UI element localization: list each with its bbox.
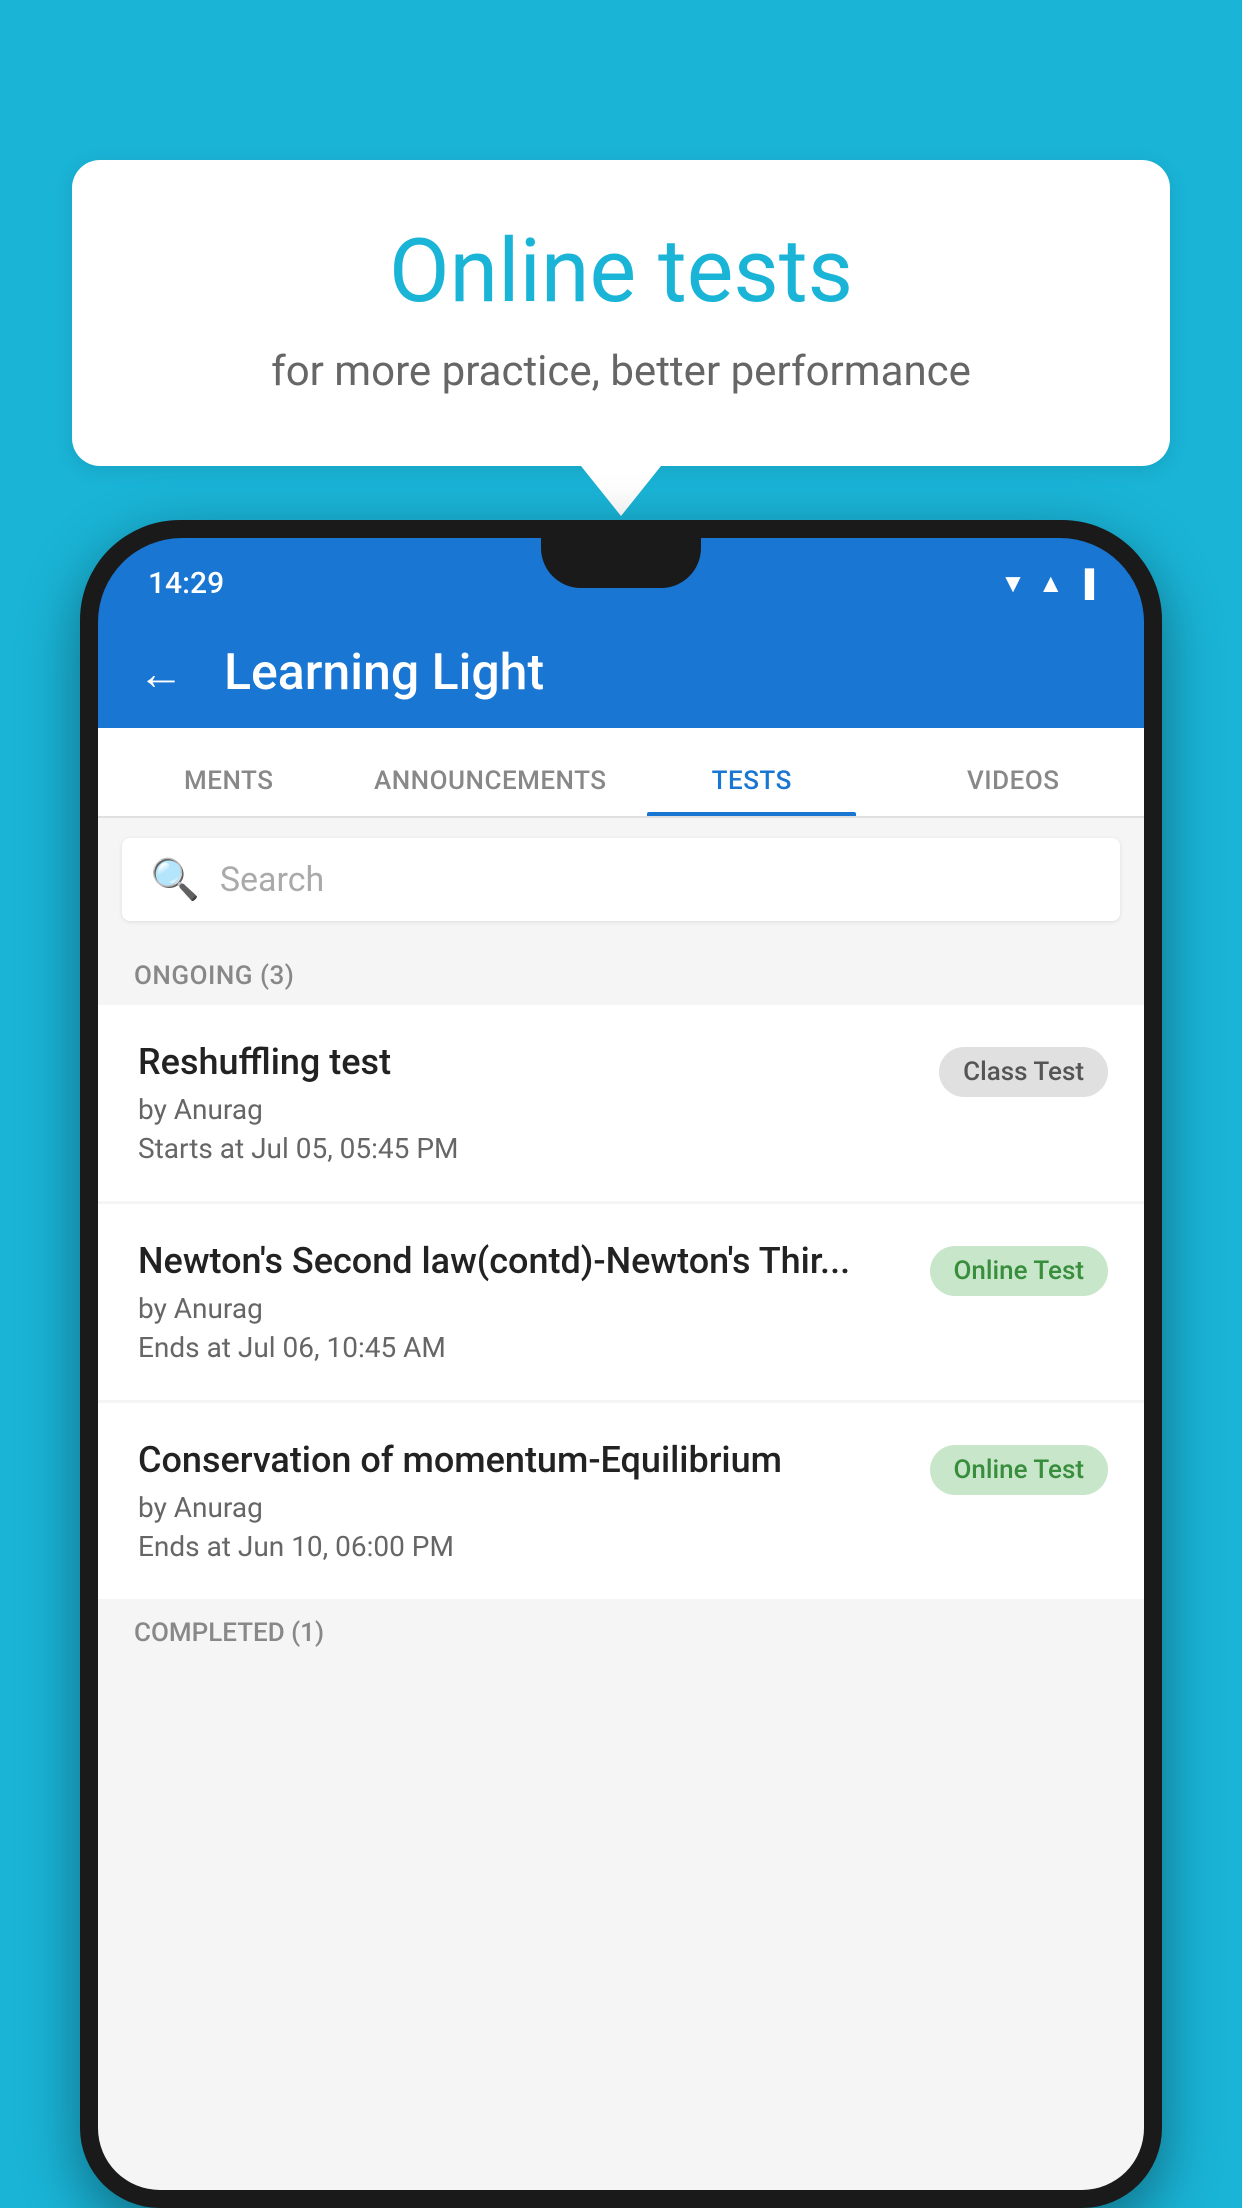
test-by-newtons: by Anurag [138, 1292, 910, 1325]
status-icons: ▼ ▲ ▐ [1000, 568, 1094, 599]
app-title: Learning Light [224, 644, 544, 702]
ongoing-section-header: ONGOING (3) [98, 941, 1144, 1005]
wifi-icon: ▼ [1000, 568, 1026, 599]
test-item-reshuffling[interactable]: Reshuffling test by Anurag Starts at Jul… [98, 1005, 1144, 1201]
test-name-newtons: Newton's Second law(contd)-Newton's Thir… [138, 1240, 910, 1282]
speech-bubble: Online tests for more practice, better p… [72, 160, 1170, 466]
test-info-reshuffling: Reshuffling test by Anurag Starts at Jul… [138, 1041, 919, 1165]
test-name-reshuffling: Reshuffling test [138, 1041, 919, 1083]
tab-ments[interactable]: MENTS [98, 766, 360, 816]
search-bar[interactable]: 🔍 Search [122, 838, 1120, 921]
test-time-conservation: Ends at Jun 10, 06:00 PM [138, 1530, 910, 1563]
bubble-subtitle: for more practice, better performance [132, 347, 1110, 396]
test-item-newtons[interactable]: Newton's Second law(contd)-Newton's Thir… [98, 1204, 1144, 1400]
test-by-reshuffling: by Anurag [138, 1093, 919, 1126]
status-bar: 14:29 ▼ ▲ ▐ [98, 538, 1144, 618]
test-name-conservation: Conservation of momentum-Equilibrium [138, 1439, 910, 1481]
test-time-reshuffling: Starts at Jul 05, 05:45 PM [138, 1132, 919, 1165]
test-info-newtons: Newton's Second law(contd)-Newton's Thir… [138, 1240, 910, 1364]
notch [541, 538, 701, 588]
test-badge-newtons: Online Test [930, 1246, 1109, 1296]
status-time: 14:29 [148, 566, 224, 601]
phone-frame: 14:29 ▼ ▲ ▐ ← Learning Light MENTS ANNOU… [80, 520, 1162, 2208]
phone-screen: 14:29 ▼ ▲ ▐ ← Learning Light MENTS ANNOU… [98, 538, 1144, 2190]
app-header: ← Learning Light [98, 618, 1144, 728]
tab-announcements[interactable]: ANNOUNCEMENTS [360, 766, 622, 816]
test-info-conservation: Conservation of momentum-Equilibrium by … [138, 1439, 910, 1563]
test-time-newtons: Ends at Jul 06, 10:45 AM [138, 1331, 910, 1364]
test-badge-reshuffling: Class Test [939, 1047, 1108, 1097]
search-placeholder: Search [220, 860, 324, 900]
completed-section-header: COMPLETED (1) [98, 1602, 1144, 1656]
bubble-title: Online tests [132, 220, 1110, 323]
signal-icon: ▲ [1038, 568, 1064, 599]
test-badge-conservation: Online Test [930, 1445, 1109, 1495]
test-by-conservation: by Anurag [138, 1491, 910, 1524]
search-icon: 🔍 [150, 856, 200, 903]
tab-tests[interactable]: TESTS [621, 766, 883, 816]
phone-content: 🔍 Search ONGOING (3) Reshuffling test by… [98, 818, 1144, 2190]
test-item-conservation[interactable]: Conservation of momentum-Equilibrium by … [98, 1403, 1144, 1599]
back-button[interactable]: ← [138, 646, 184, 701]
tab-videos[interactable]: VIDEOS [883, 766, 1145, 816]
battery-icon: ▐ [1076, 568, 1094, 599]
tabs-bar: MENTS ANNOUNCEMENTS TESTS VIDEOS [98, 728, 1144, 818]
